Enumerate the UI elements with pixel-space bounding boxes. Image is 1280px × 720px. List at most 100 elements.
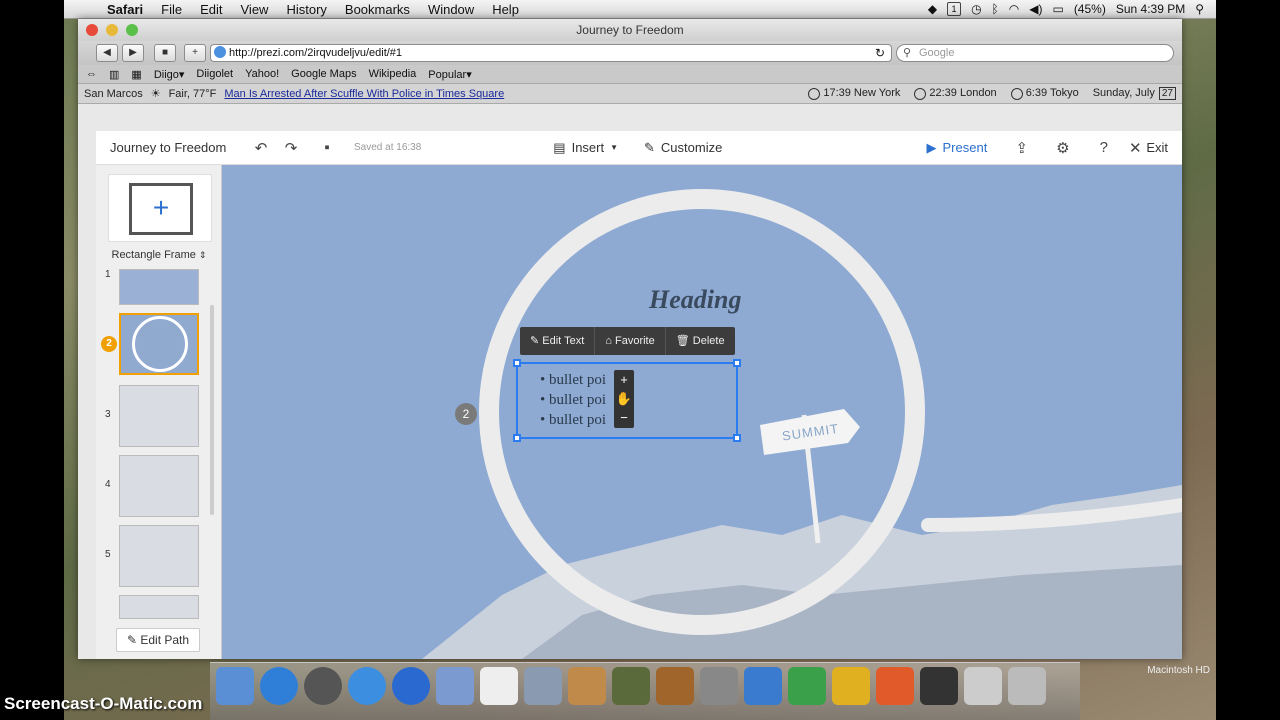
hand-drag-icon[interactable]: ✋ — [614, 389, 634, 408]
iphoto-icon[interactable] — [568, 667, 606, 705]
word-icon[interactable] — [744, 667, 782, 705]
spotlight-icon[interactable]: ⚲ — [1195, 2, 1204, 16]
bluetooth-icon[interactable]: ᛒ — [992, 2, 999, 16]
path-thumbnail-5[interactable] — [119, 525, 199, 587]
frame-type-select[interactable]: Rectangle Frame ⇕ — [96, 249, 222, 261]
clock-new-york: 17:39 New York — [808, 87, 900, 100]
system-preferences-icon[interactable] — [700, 667, 738, 705]
save-icon[interactable]: ▪ — [312, 139, 342, 156]
path-thumbnail-2[interactable] — [119, 313, 199, 375]
add-frame-button[interactable]: + — [108, 174, 212, 242]
heading-text[interactable]: Heading — [649, 285, 741, 315]
minimize-window-icon[interactable] — [106, 24, 118, 36]
zoom-window-icon[interactable] — [126, 24, 138, 36]
bookmark-popular[interactable]: Popular▾ — [428, 68, 471, 81]
redo-icon[interactable]: ↷ — [276, 139, 306, 157]
mail-icon[interactable] — [436, 667, 474, 705]
menu-file[interactable]: File — [152, 2, 191, 17]
menu-view[interactable]: View — [232, 2, 278, 17]
contacts-icon[interactable] — [524, 667, 562, 705]
settings-gear-icon[interactable]: ⚙ — [1042, 139, 1083, 157]
bullet-item: • bullet poi — [540, 372, 607, 388]
excel-icon[interactable] — [788, 667, 826, 705]
app-store-icon[interactable] — [260, 667, 298, 705]
clock-icon — [808, 87, 821, 100]
volume-icon[interactable]: ◀) — [1029, 2, 1042, 16]
path-sidebar: + Rectangle Frame ⇕ 1 2 3 4 5 ✎ Edit Pat… — [96, 165, 222, 659]
prezi-title[interactable]: Journey to Freedom — [96, 140, 246, 155]
bookmarks-book-icon[interactable]: ▥ — [109, 68, 119, 81]
battery-icon[interactable]: ▭ — [1052, 2, 1063, 16]
dashboard-icon[interactable] — [304, 667, 342, 705]
wifi-icon[interactable]: ◠ — [1009, 2, 1019, 16]
bookmark-wikipedia[interactable]: Wikipedia — [369, 68, 417, 80]
close-window-icon[interactable] — [86, 24, 98, 36]
forward-button[interactable]: ▶ — [122, 44, 144, 62]
customize-button[interactable]: ✎ Customize — [644, 140, 722, 156]
dropbox-icon[interactable]: ◆ — [928, 2, 937, 16]
resize-handle[interactable] — [733, 434, 741, 442]
menu-help[interactable]: Help — [483, 2, 528, 17]
ticker-headline-link[interactable]: Man Is Arrested After Scuffle With Polic… — [224, 88, 504, 100]
mac-menubar: Safari File Edit View History Bookmarks … — [64, 0, 1216, 19]
video-app-icon[interactable] — [920, 667, 958, 705]
share-icon[interactable]: ⇪ — [1001, 139, 1042, 157]
sidebar-scrollbar[interactable] — [210, 305, 214, 515]
stop-button[interactable]: ■ — [154, 44, 176, 62]
edit-text-button[interactable]: ✎ Edit Text — [520, 327, 596, 355]
powerpoint-icon[interactable] — [876, 667, 914, 705]
imovie-icon[interactable] — [612, 667, 650, 705]
delete-button[interactable]: 🗑 Delete — [666, 327, 735, 355]
bookmark-diigo[interactable]: Diigo▾ — [154, 68, 185, 81]
favorite-button[interactable]: ⌂ Favorite — [595, 327, 666, 355]
calendar-app-icon[interactable] — [480, 667, 518, 705]
menu-history[interactable]: History — [277, 2, 335, 17]
menu-bookmarks[interactable]: Bookmarks — [336, 2, 419, 17]
search-placeholder: Google — [919, 47, 955, 59]
insert-menu-button[interactable]: ▤ Insert ▼ — [553, 140, 618, 156]
menu-clock[interactable]: Sun 4:39 PM — [1116, 2, 1185, 16]
path-thumbnail-4[interactable] — [119, 455, 199, 517]
path-thumbnail-3[interactable] — [119, 385, 199, 447]
thumbnail-number: 5 — [105, 549, 111, 560]
path-step-badge[interactable]: 2 — [455, 403, 477, 425]
status-1-icon[interactable]: 1 — [947, 2, 962, 16]
add-bookmark-button[interactable]: + — [184, 44, 206, 62]
present-button[interactable]: ▶ Present — [927, 140, 988, 156]
path-thumbnail-6[interactable] — [119, 595, 199, 619]
bookmark-diigolet[interactable]: Diigolet — [196, 68, 233, 80]
edit-path-button[interactable]: ✎ Edit Path — [116, 628, 200, 652]
safari-icon[interactable] — [348, 667, 386, 705]
help-icon[interactable]: ? — [1083, 139, 1124, 156]
trash-icon[interactable] — [1008, 667, 1046, 705]
documents-folder-icon[interactable] — [964, 667, 1002, 705]
undo-icon[interactable]: ↶ — [246, 139, 276, 157]
menu-edit[interactable]: Edit — [191, 2, 231, 17]
finder-icon[interactable] — [216, 667, 254, 705]
bookmark-google-maps[interactable]: Google Maps — [291, 68, 356, 80]
garageband-icon[interactable] — [656, 667, 694, 705]
outlook-icon[interactable] — [832, 667, 870, 705]
itunes-icon[interactable] — [392, 667, 430, 705]
menu-safari[interactable]: Safari — [98, 2, 152, 17]
bookmark-yahoo[interactable]: Yahoo! — [245, 68, 279, 80]
zoom-in-button[interactable]: + — [614, 370, 634, 389]
reload-icon[interactable]: ↻ — [875, 45, 885, 61]
top-sites-icon[interactable]: ▦ — [131, 68, 141, 81]
time-machine-icon[interactable]: ◷ — [971, 2, 981, 16]
exit-button[interactable]: Exit — [1146, 140, 1168, 155]
address-bar[interactable]: http://prezi.com/2irqvudeljvu/edit/#1 ↻ — [210, 44, 892, 62]
back-button[interactable]: ◀ — [96, 44, 118, 62]
exit-close-icon[interactable]: ✕ — [1124, 139, 1146, 157]
path-thumbnail-1[interactable] — [119, 269, 199, 305]
zoom-out-button[interactable]: − — [614, 408, 634, 427]
reading-list-icon[interactable]: ⇔ — [86, 68, 97, 80]
search-field[interactable]: ⚲ Google — [896, 44, 1174, 62]
resize-handle[interactable] — [733, 359, 741, 367]
thumbnail-number-badge: 2 — [101, 336, 117, 352]
resize-handle[interactable] — [513, 434, 521, 442]
window-title: Journey to Freedom — [576, 23, 684, 37]
menu-window[interactable]: Window — [419, 2, 483, 17]
resize-handle[interactable] — [513, 359, 521, 367]
prezi-canvas[interactable]: SUMMIT Heading ✎ Edit Text ⌂ Favorite 🗑 … — [222, 165, 1182, 659]
